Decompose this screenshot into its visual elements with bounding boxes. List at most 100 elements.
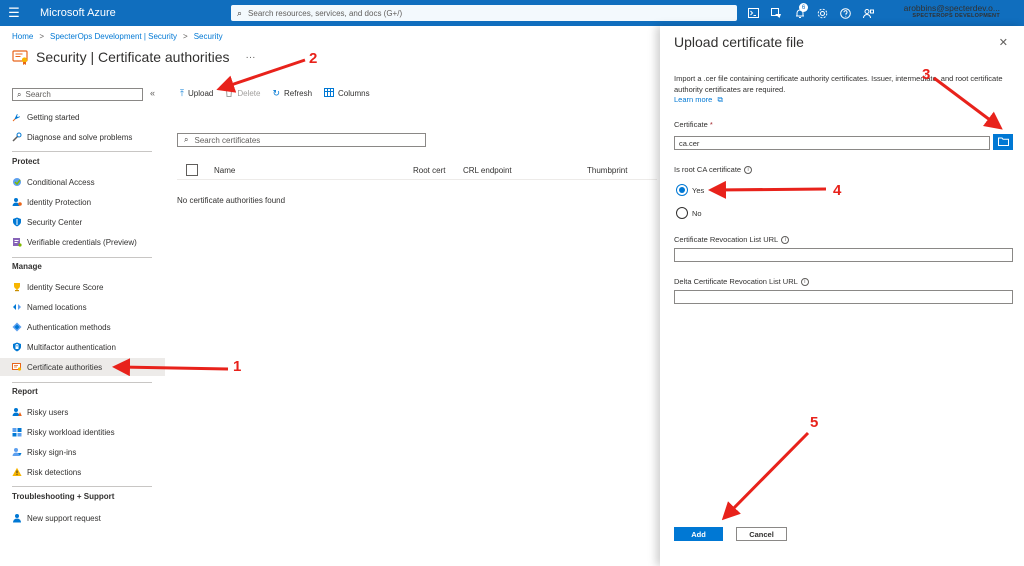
directory-filter-icon[interactable] [765,0,788,26]
nav-item-risky-users[interactable]: Risky users [12,403,164,421]
nav-item-risky-workload-identities[interactable]: Risky workload identities [12,423,164,441]
cancel-button[interactable]: Cancel [736,527,787,541]
wrench-icon [12,132,22,142]
is-root-ca-label-text: Is root CA certificate [674,165,742,174]
browse-file-button[interactable] [993,134,1013,150]
page-header: Security | Certificate authorities ··· [12,48,256,66]
shield-icon [12,217,22,227]
upload-certificate-blade: Upload certificate file ✕ Import a .cer … [660,26,1024,566]
column-header-root-cert[interactable]: Root cert [413,166,445,175]
nav-item-identity-protection[interactable]: Identity Protection [12,193,164,211]
help-question-icon[interactable] [834,0,857,26]
nav-item-conditional-access[interactable]: Conditional Access [12,173,164,191]
columns-button[interactable]: Columns [324,88,370,99]
breadcrumb-tenant-security[interactable]: SpecterOps Development | Security [50,32,177,41]
nav-label: Verifiable credentials (Preview) [27,237,137,247]
notifications-bell-icon[interactable]: 6 [788,0,811,26]
column-header-thumbprint[interactable]: Thumbprint [587,166,627,175]
nav-label: Risky users [27,407,69,417]
table-header: Name Root cert CRL endpoint Thumbprint [177,162,657,180]
nav-item-named-locations[interactable]: Named locations [12,298,164,316]
account-menu[interactable]: arobbins@specterdev.o... SPECTEROPS DEVE… [904,3,1000,19]
nav-search-input[interactable]: ⌕ Search [12,88,143,101]
certificate-search-input[interactable]: ⌕ Search certificates [177,133,426,147]
nav-item-authentication-methods[interactable]: Authentication methods [12,318,164,336]
nav-label: Conditional Access [27,177,95,187]
annotation-number-4: 4 [833,182,842,199]
upload-icon: ⤒ [180,88,184,98]
upload-label: Upload [187,89,214,98]
certificate-file-input[interactable]: ca.cer [674,136,990,150]
blade-title: Upload certificate file [674,34,804,50]
nav-item-risky-sign-ins[interactable]: Risky sign-ins [12,443,164,461]
info-icon[interactable]: i [800,278,809,287]
nav-label: Identity Secure Score [27,282,104,292]
column-header-name[interactable]: Name [214,166,235,175]
delta-crl-url-input[interactable] [674,290,1013,304]
account-email: arobbins@specterdev.o... [903,3,1000,13]
nav-label: Identity Protection [27,197,92,207]
delete-button[interactable]: Delete [225,88,260,99]
identity-protection-icon [12,197,22,207]
nav-label: Multifactor authentication [27,342,116,352]
settings-gear-icon[interactable] [811,0,834,26]
root-ca-yes-radio[interactable]: Yes [676,184,704,196]
learn-more-link[interactable]: Learn more ⧉ [674,95,723,105]
hamburger-menu-icon[interactable]: ☰ [0,0,28,26]
close-icon[interactable]: ✕ [999,36,1008,49]
cloud-shell-icon[interactable] [742,0,765,26]
nav-item-security-center[interactable]: Security Center [12,213,164,231]
nav-divider [12,151,152,152]
no-label: No [692,208,702,218]
info-icon[interactable]: i [744,166,753,175]
breadcrumb-separator: > [39,32,45,41]
refresh-button[interactable]: ↻ Refresh [272,88,312,99]
nav-item-certificate-authorities[interactable]: Certificate authorities [0,358,165,376]
warning-icon [12,467,22,477]
nav-item-verifiable-credentials[interactable]: Verifiable credentials (Preview) [12,233,164,251]
nav-label: Named locations [27,302,87,312]
external-link-icon: ⧉ [717,95,723,104]
root-ca-no-radio[interactable]: No [676,207,702,219]
collapse-nav-icon[interactable]: « [150,88,155,98]
annotation-number-1: 1 [233,358,242,375]
certificate-file-value: ca.cer [679,138,700,148]
columns-label: Columns [338,89,370,98]
feedback-person-icon[interactable] [857,0,880,26]
delete-label: Delete [237,89,261,98]
trash-icon [225,88,233,99]
breadcrumb-home[interactable]: Home [12,32,33,41]
nav-divider [12,382,152,383]
nav-section-troubleshooting: Troubleshooting + Support [12,492,115,501]
info-icon[interactable]: i [781,236,790,245]
top-icon-bar: 6 [742,0,880,26]
brand-title[interactable]: Microsoft Azure [40,7,230,19]
radio-indicator [676,207,688,219]
delta-crl-url-label: Delta Certificate Revocation List URL i [674,277,809,287]
select-all-checkbox[interactable] [186,164,198,176]
notification-count-badge: 6 [799,3,808,12]
column-header-crl-endpoint[interactable]: CRL endpoint [463,166,512,175]
nav-item-multifactor-authentication[interactable]: Multifactor authentication [12,338,164,356]
more-options-icon[interactable]: ··· [246,52,256,63]
crl-url-input[interactable] [674,248,1013,262]
upload-button[interactable]: ⤒ Upload [180,88,213,99]
nav-item-diagnose[interactable]: Diagnose and solve problems [12,128,164,146]
nav-label: Authentication methods [27,322,111,332]
nav-divider [12,486,152,487]
add-button[interactable]: Add [674,527,723,541]
nav-item-new-support-request[interactable]: New support request [12,509,164,527]
annotation-number-5: 5 [810,414,819,431]
nav-label: Certificate authorities [27,362,103,372]
nav-item-identity-secure-score[interactable]: Identity Secure Score [12,278,164,296]
refresh-icon: ↻ [272,88,281,98]
conditional-access-icon [12,177,22,187]
breadcrumb-security[interactable]: Security [194,32,223,41]
rocket-icon [12,112,22,122]
global-search-input[interactable]: ⌕ Search resources, services, and docs (… [231,5,737,21]
nav-item-getting-started[interactable]: Getting started [12,108,164,126]
nav-item-risk-detections[interactable]: Risk detections [12,463,164,481]
annotation-number-3: 3 [922,66,931,83]
is-root-ca-label: Is root CA certificate i [674,165,753,175]
nav-section-protect: Protect [12,157,40,166]
